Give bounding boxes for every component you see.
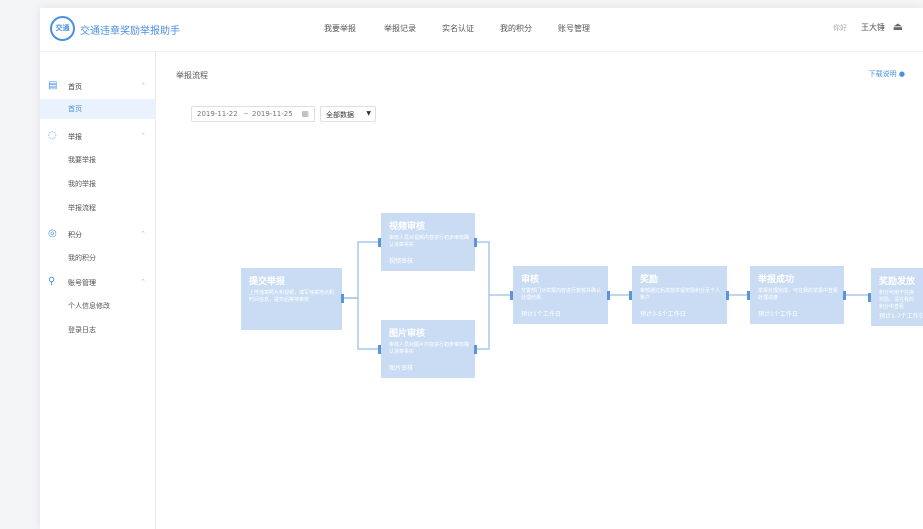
app-window: 交通 交通违章奖励举报助手 我要举报 举报记录 实名认证 我的积分 账号管理 你… (40, 8, 923, 529)
sidebar-item-label: 我的举报 (68, 180, 96, 188)
top-header: 交通 交通违章奖励举报助手 我要举报 举报记录 实名认证 我的积分 账号管理 你… (40, 8, 923, 52)
sidebar-item-home[interactable]: 首页 (40, 99, 156, 119)
node-footer: 视频审核 (389, 258, 414, 265)
node-desc: 举报处理完成，可在我的举报中查看处理进度 (758, 288, 839, 301)
flow-node-reward[interactable]: 奖励 审核通过后发放举报奖励积分至个人账户 预计3-5个工作日 (632, 266, 727, 324)
port-out-5 (726, 291, 729, 300)
sidebar-group-account[interactable]: ⚲ 账号管理 ⌃ (40, 272, 156, 294)
node-desc: 审核通过后发放举报奖励积分至个人账户 (640, 288, 721, 301)
sidebar-item-new-report[interactable]: 我要举报 (40, 150, 156, 170)
greeting-text: 你好 (833, 24, 847, 32)
user-icon[interactable]: ⏏ (893, 20, 903, 33)
account-icon: ⚲ (48, 276, 56, 287)
port-out-2 (474, 238, 477, 247)
sidebar-item-my-reports[interactable]: 我的举报 (40, 174, 156, 194)
sidebar-group-label: 举报 (68, 133, 82, 141)
port-out-6 (843, 291, 846, 300)
sidebar-item-label: 举报流程 (68, 204, 96, 212)
nav-report[interactable]: 我要举报 (324, 23, 356, 34)
home-icon: ▤ (48, 80, 58, 91)
node-title: 图片审核 (389, 329, 426, 339)
flow-node-photo-review[interactable]: 图片审核 审核人员对图片内容进行初步审核确认违章事实 图片审核 (381, 320, 475, 378)
report-icon: ◌ (48, 130, 57, 141)
port-in-2 (378, 238, 381, 247)
port-out-1 (341, 294, 344, 303)
sidebar-group-label: 首页 (68, 83, 82, 91)
chevron-up-icon: ⌃ (140, 132, 146, 140)
sidebar-group-points[interactable]: ◎ 积分 ⌃ (40, 224, 156, 246)
sidebar-item-report-flow[interactable]: 举报流程 (40, 198, 156, 218)
node-desc: 积分可用于兑换奖励，请在我的积分中查看 (879, 290, 915, 310)
port-in-3 (378, 345, 381, 354)
node-desc: 审核人员对视频内容进行初步审核确认违章事实 (389, 235, 470, 248)
node-desc: 审核人员对图片内容进行初步审核确认违章事实 (389, 342, 470, 355)
user-area: 你好 王大锤 ⏏ (787, 20, 907, 37)
port-out-3 (474, 345, 477, 354)
flow-node-submit[interactable]: 提交举报 上传违章照片和视频，填写违章地点和时间信息，提交后等待审核 (241, 268, 342, 330)
sidebar-item-my-points[interactable]: 我的积分 (40, 248, 156, 268)
app-logo-icon[interactable]: 交通 (50, 16, 75, 41)
sidebar-item-label: 登录日志 (68, 326, 96, 334)
port-in-5 (629, 291, 632, 300)
nav-points[interactable]: 我的积分 (500, 23, 532, 34)
connector-2-4 (475, 241, 512, 296)
node-title: 举报成功 (758, 275, 795, 285)
points-icon: ◎ (48, 228, 57, 239)
sidebar: ▤ 首页 ⌃ 首页 ◌ 举报 ⌃ 我要举报 我的举报 举报流程 ◎ 积分 ⌃ 我… (40, 52, 156, 529)
node-title: 奖励发放 (879, 277, 916, 287)
sidebar-item-profile[interactable]: 个人信息修改 (40, 296, 156, 316)
main-content: 举报流程 下载说明 ● 2019-11-22 ~ 2019-11-25 ▦ 全部… (156, 52, 923, 529)
port-out-4 (607, 291, 610, 300)
node-footer: 预计1个工作日 (521, 311, 561, 318)
flow-node-audit[interactable]: 审核 交警部门对举报内容进行复核并确认处理结果 预计1个工作日 (513, 266, 608, 324)
port-in-4 (510, 291, 513, 300)
node-footer: 预计1-7个工作日 (879, 313, 923, 320)
node-footer: 预计3-5个工作日 (640, 311, 686, 318)
flow-node-success[interactable]: 举报成功 举报处理完成，可在我的举报中查看处理进度 预计1个工作日 (750, 266, 844, 324)
sidebar-group-home[interactable]: ▤ 首页 ⌃ (40, 76, 156, 98)
node-desc: 上传违章照片和视频，填写违章地点和时间信息，提交后等待审核 (249, 290, 335, 303)
chevron-up-icon: ⌃ (140, 278, 146, 286)
flow-node-payout[interactable]: 奖励发放 积分可用于兑换奖励，请在我的积分中查看 预计1-7个工作日 (871, 268, 923, 326)
node-title: 审核 (521, 275, 540, 285)
sidebar-group-report[interactable]: ◌ 举报 ⌃ (40, 126, 156, 148)
process-flow: 提交举报 上传违章照片和视频，填写违章地点和时间信息，提交后等待审核 视频审核 … (156, 52, 923, 529)
node-footer: 图片审核 (389, 365, 414, 372)
sidebar-group-label: 账号管理 (68, 279, 96, 287)
sidebar-item-login-log[interactable]: 登录日志 (40, 320, 156, 340)
chevron-up-icon: ⌃ (140, 230, 146, 238)
connector-3-4 (475, 295, 490, 350)
sidebar-group-label: 积分 (68, 231, 82, 239)
sidebar-item-label: 个人信息修改 (68, 302, 110, 310)
nav-account[interactable]: 账号管理 (558, 23, 590, 34)
node-title: 奖励 (640, 275, 659, 285)
user-name[interactable]: 王大锤 (861, 22, 885, 33)
flow-node-video-review[interactable]: 视频审核 审核人员对视频内容进行初步审核确认违章事实 视频审核 (381, 213, 475, 271)
nav-records[interactable]: 举报记录 (384, 23, 416, 34)
node-footer: 预计1个工作日 (758, 311, 798, 318)
port-in-6 (747, 291, 750, 300)
connector-1-2 (344, 241, 379, 299)
sidebar-item-label: 我要举报 (68, 156, 96, 164)
nav-verify[interactable]: 实名认证 (442, 23, 474, 34)
node-desc: 交警部门对举报内容进行复核并确认处理结果 (521, 288, 602, 301)
app-title[interactable]: 交通违章奖励举报助手 (80, 22, 180, 37)
node-title: 提交举报 (249, 277, 286, 287)
connector-1-3 (344, 297, 379, 350)
sidebar-item-label: 首页 (68, 105, 82, 113)
node-title: 视频审核 (389, 222, 426, 232)
sidebar-item-label: 我的积分 (68, 254, 96, 262)
chevron-up-icon: ⌃ (140, 82, 146, 90)
port-in-7 (868, 293, 871, 302)
